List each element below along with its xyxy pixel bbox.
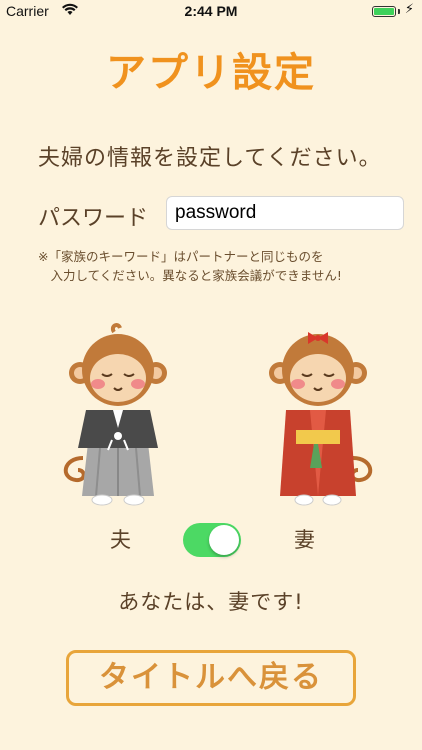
husband-monkey-illustration [63,323,167,506]
instruction-text: 夫婦の情報を設定してください。 [38,146,382,171]
password-note: ※「家族のキーワード」はパートナーと同じものを 入力してください。異なると家族会… [38,249,342,283]
password-input[interactable] [166,196,404,230]
role-status-text: あなたは、妻です! [118,590,304,614]
battery-icon [372,6,396,17]
battery-cap [398,9,400,14]
back-to-title-button[interactable]: タイトルへ戻る [66,650,356,706]
toggle-knob [209,525,239,555]
wife-label: 妻 [294,528,315,552]
password-label: パスワード [38,206,149,231]
page-title: アプリ設定 [106,50,316,96]
wife-monkey-illustration [269,332,373,506]
charging-icon: ⚡ [404,2,414,17]
status-bar: Carrier 2:44 PM ⚡ [0,0,422,24]
clock: 2:44 PM [184,3,238,19]
role-toggle-switch[interactable] [183,523,241,557]
husband-label: 夫 [110,528,131,552]
